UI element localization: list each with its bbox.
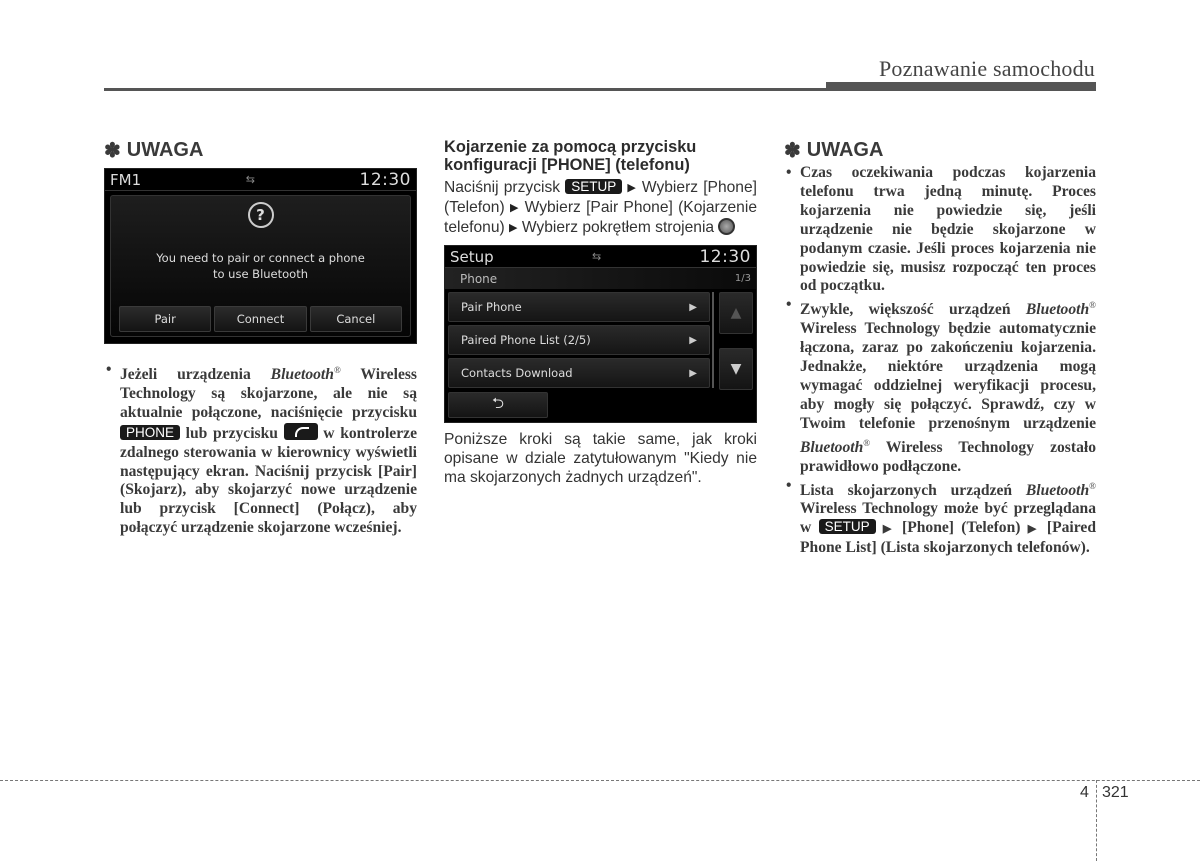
source-label: FM1	[110, 170, 142, 189]
right-column: ✽ UWAGA Czas oczekiwania podczas kojarze…	[784, 138, 1096, 558]
text: Wireless Technology będzie automatycznie…	[800, 320, 1096, 432]
menu-item-label: Paired Phone List (2/5)	[461, 333, 591, 347]
clock: 12:30	[699, 246, 751, 267]
page-indicator: 1/3	[734, 273, 751, 284]
scroll-down-button[interactable]: ▼	[719, 348, 753, 390]
phone-key-badge: PHONE	[120, 424, 181, 440]
question-icon: ?	[247, 202, 274, 228]
note-heading-label: UWAGA	[806, 138, 884, 161]
popup-message: You need to pair or connect a phone to u…	[111, 250, 410, 282]
header-rule-accent	[826, 82, 1096, 91]
cancel-button[interactable]: Cancel	[309, 306, 402, 332]
menu-item-pair-phone[interactable]: Pair Phone ▶	[448, 292, 710, 322]
text: Jeżeli urządzenia	[120, 366, 271, 383]
status-bar: Setup ⇆ 12:30	[445, 246, 756, 268]
menu-list: Pair Phone ▶ Paired Phone List (2/5) ▶ C…	[448, 292, 710, 391]
registered-mark: ®	[333, 365, 341, 375]
call-icon	[283, 422, 318, 440]
usb-icon: ⇆	[245, 173, 255, 186]
note-heading: ✽ UWAGA	[784, 138, 1096, 162]
arrow-right-icon: ▶	[689, 301, 697, 313]
usb-icon: ⇆	[591, 250, 602, 263]
note-heading-label: UWAGA	[126, 138, 204, 161]
text: Wybierz pokrętłem strojenia	[517, 219, 719, 236]
bluetooth-term: Bluetooth	[1025, 301, 1090, 319]
setup-key-badge: SETUP	[565, 179, 623, 194]
asterisk-icon: ✽	[104, 139, 121, 162]
note-bullet: Czas oczekiwania podczas kojarzenia tele…	[784, 164, 1096, 296]
footer-rule	[0, 780, 1200, 781]
screen-title: Setup	[450, 247, 494, 266]
popup-buttons: Pair Connect Cancel	[119, 306, 402, 332]
text: Naciśnij przycisk	[444, 179, 566, 196]
status-bar: FM1 ⇆ 12:30	[105, 169, 416, 191]
subheader-label: Phone	[460, 271, 498, 286]
setup-key-badge: SETUP	[818, 519, 876, 535]
arrow-right-icon: ▶	[627, 182, 637, 194]
menu-item-contacts-download[interactable]: Contacts Download ▶	[448, 358, 710, 388]
back-button[interactable]: ⮌	[448, 392, 548, 418]
bluetooth-term: Bluetooth	[270, 366, 334, 383]
note-bullet: Jeżeli urządzenia Bluetooth® Wireless Te…	[104, 361, 417, 538]
left-column: ✽ UWAGA FM1 ⇆ 12:30 ? You need to pair o…	[104, 138, 417, 538]
scrollbar[interactable]	[712, 292, 714, 388]
arrow-right-icon: ▶	[509, 222, 518, 234]
asterisk-icon: ✽	[784, 139, 801, 162]
text: [Phone] (Telefon)	[894, 519, 1028, 537]
footer-divider	[1096, 780, 1097, 861]
bluetooth-term: Bluetooth	[800, 438, 864, 456]
note-text: Poniższe kroki są takie same, jak kroki …	[444, 431, 757, 486]
menu-item-label: Pair Phone	[461, 300, 522, 314]
arrow-right-icon: ▶	[882, 523, 895, 536]
connect-button[interactable]: Connect	[214, 306, 307, 332]
menu-item-label: Contacts Download	[461, 366, 573, 380]
back-icon: ⮌	[491, 393, 504, 412]
registered-mark: ®	[1089, 300, 1096, 311]
arrow-right-icon: ▶	[689, 334, 697, 346]
note-bullet: Zwykle, większość urządzeń Bluetooth® Wi…	[784, 296, 1096, 476]
arrow-right-icon: ▶	[509, 202, 520, 214]
setup-phone-screen: Setup ⇆ 12:30 Phone 1/3 Pair Phone ▶ Pai…	[444, 245, 757, 423]
note-bullet: Lista skojarzonych urządzeń Bluetooth® W…	[784, 477, 1096, 559]
text: Lista skojarzonych urządzeń	[800, 481, 1026, 499]
registered-mark: ®	[1089, 480, 1096, 491]
popup-dialog: ? You need to pair or connect a phone to…	[110, 195, 411, 337]
popup-message-line: You need to pair or connect a phone	[156, 251, 365, 265]
text: lub przycisku	[180, 424, 284, 442]
clock: 12:30	[359, 169, 411, 190]
tuning-knob-icon	[718, 218, 736, 235]
section-title: Poznawanie samochodu	[879, 56, 1095, 81]
pair-button[interactable]: Pair	[119, 306, 212, 332]
scroll-up-button[interactable]: ▲	[719, 292, 753, 334]
sub-header: Phone 1/3	[445, 268, 756, 289]
section-heading: Kojarzenie za pomocą przycisku konfigura…	[444, 138, 697, 174]
instructions: Naciśnij przycisk SETUP ▶ Wybierz [Phone…	[444, 178, 757, 238]
middle-column: Kojarzenie za pomocą przycisku konfigura…	[444, 138, 757, 487]
popup-message-line: to use Bluetooth	[212, 267, 309, 281]
text: Zwykle, większość urządzeń	[800, 301, 1026, 319]
header-rule	[104, 88, 826, 91]
page-number: 321	[1102, 784, 1129, 801]
note-heading: ✽ UWAGA	[104, 138, 417, 162]
arrow-right-icon: ▶	[1027, 523, 1040, 536]
bluetooth-term: Bluetooth	[1025, 481, 1090, 499]
menu-item-paired-phone-list[interactable]: Paired Phone List (2/5) ▶	[448, 325, 710, 355]
arrow-right-icon: ▶	[689, 367, 697, 379]
chapter-number: 4	[1080, 784, 1089, 801]
bluetooth-prompt-screen: FM1 ⇆ 12:30 ? You need to pair or connec…	[104, 168, 417, 344]
